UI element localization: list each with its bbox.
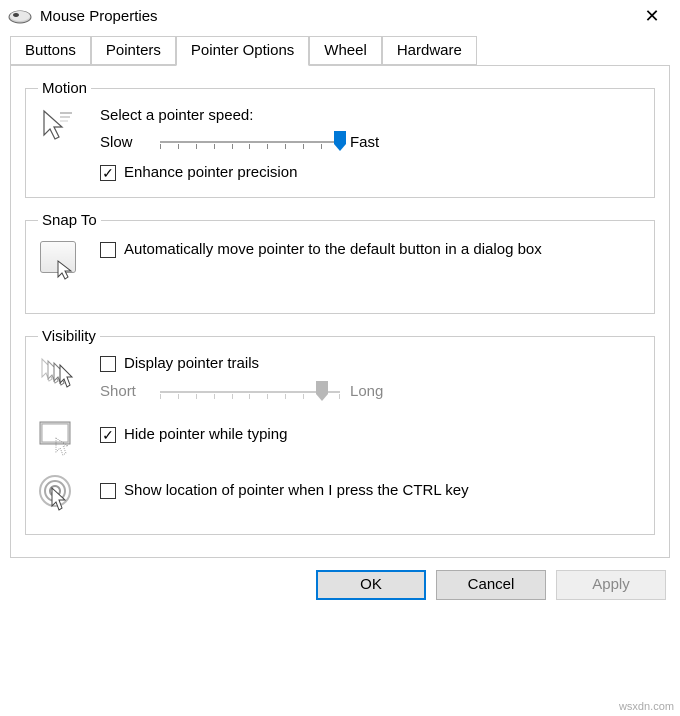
group-snap-legend: Snap To xyxy=(38,212,101,229)
snap-to-checkbox[interactable] xyxy=(100,242,116,258)
pointer-trails-checkbox[interactable] xyxy=(100,356,116,372)
enhance-precision-checkbox[interactable]: ✓ xyxy=(100,165,116,181)
dialog-buttons: OK Cancel Apply xyxy=(0,570,680,610)
hide-pointer-icon xyxy=(38,420,100,460)
ok-button[interactable]: OK xyxy=(316,570,426,600)
slider-fast-label: Fast xyxy=(350,134,400,151)
group-visibility-legend: Visibility xyxy=(38,328,100,345)
pointer-trails-slider: Short Long xyxy=(100,380,642,404)
pointer-speed-slider[interactable]: Slow Fast xyxy=(100,130,642,154)
cancel-button[interactable]: Cancel xyxy=(436,570,546,600)
hide-pointer-checkbox[interactable]: ✓ xyxy=(100,427,116,443)
group-snap-to: Snap To Automatically move pointer to th… xyxy=(25,212,655,314)
tab-content-pointer-options: Motion Select a pointer speed: Slow xyxy=(10,66,670,558)
slider-long-label: Long xyxy=(350,383,400,400)
pointer-trails-icon xyxy=(38,355,100,395)
mouse-icon xyxy=(8,10,32,24)
enhance-precision-label: Enhance pointer precision xyxy=(124,164,297,183)
apply-button: Apply xyxy=(556,570,666,600)
ctrl-locate-label: Show location of pointer when I press th… xyxy=(124,482,469,501)
tab-wheel[interactable]: Wheel xyxy=(309,36,382,65)
slider-slow-label: Slow xyxy=(100,134,150,151)
pointer-trails-label: Display pointer trails xyxy=(124,355,259,374)
slider-short-label: Short xyxy=(100,383,150,400)
close-button[interactable]: ✕ xyxy=(632,6,672,27)
watermark: wsxdn.com xyxy=(619,701,674,713)
snap-to-label: Automatically move pointer to the defaul… xyxy=(124,241,548,260)
window-title: Mouse Properties xyxy=(40,8,632,25)
titlebar: Mouse Properties ✕ xyxy=(0,0,680,31)
ctrl-locate-icon xyxy=(38,474,100,518)
group-motion-legend: Motion xyxy=(38,80,91,97)
group-motion: Motion Select a pointer speed: Slow xyxy=(25,80,655,198)
tab-buttons[interactable]: Buttons xyxy=(10,36,91,65)
tab-hardware[interactable]: Hardware xyxy=(382,36,477,65)
snap-to-icon xyxy=(38,239,100,299)
pointer-trails-thumb xyxy=(315,380,329,402)
pointer-speed-prompt: Select a pointer speed: xyxy=(100,107,642,124)
hide-pointer-label: Hide pointer while typing xyxy=(124,426,287,445)
group-visibility: Visibility Display pointer trails Short xyxy=(25,328,655,535)
pointer-speed-thumb[interactable] xyxy=(333,130,347,152)
ctrl-locate-checkbox[interactable] xyxy=(100,483,116,499)
pointer-speed-icon xyxy=(38,107,100,149)
tab-pointers[interactable]: Pointers xyxy=(91,36,176,65)
tabstrip: Buttons Pointers Pointer Options Wheel H… xyxy=(10,35,670,66)
tab-pointer-options[interactable]: Pointer Options xyxy=(176,36,309,66)
